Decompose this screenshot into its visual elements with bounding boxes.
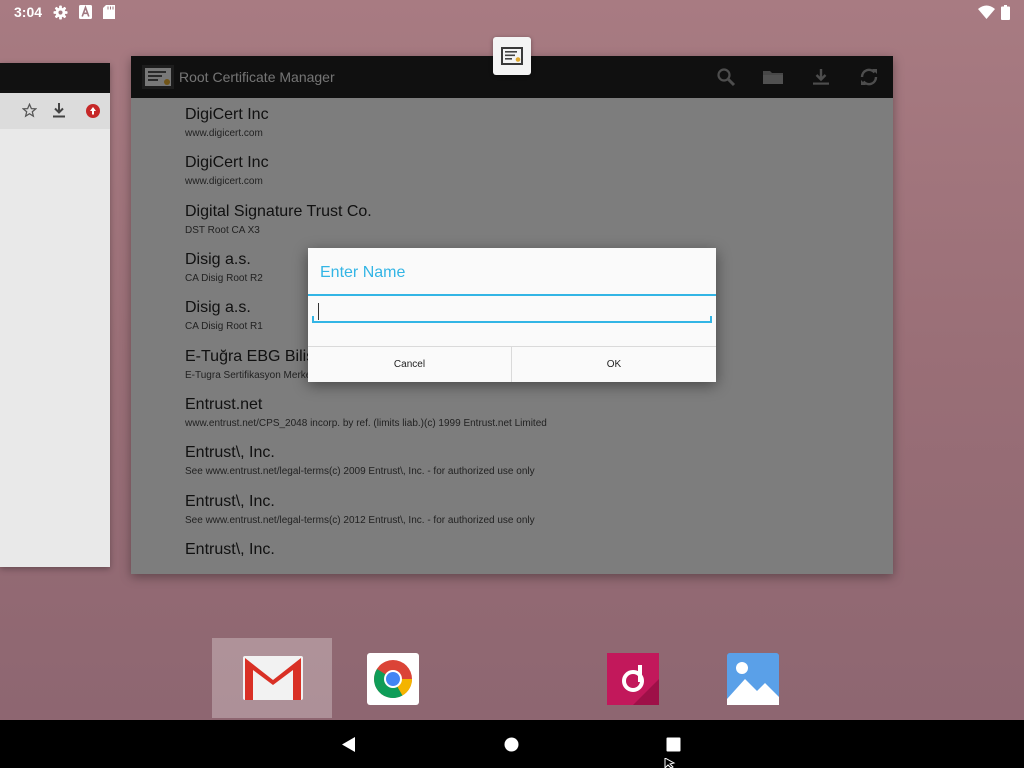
back-icon[interactable] [341, 736, 357, 753]
enter-name-dialog: Enter Name Cancel OK [308, 248, 716, 382]
gallery-app-icon[interactable] [727, 653, 779, 705]
wifi-icon [978, 5, 995, 19]
gallery-icon [727, 653, 779, 705]
music-app-icon[interactable] [607, 653, 659, 705]
mouse-cursor-icon [664, 758, 676, 768]
music-icon [607, 653, 659, 705]
name-input-underline [312, 321, 712, 323]
background-window[interactable] [0, 63, 110, 567]
background-window-titlebar [0, 63, 110, 93]
navigation-bar [0, 720, 1024, 768]
security-alert-icon[interactable] [86, 104, 100, 118]
cancel-button[interactable]: Cancel [308, 347, 511, 382]
ok-button[interactable]: OK [512, 347, 716, 382]
notes-icon [501, 47, 523, 65]
download-icon[interactable] [52, 103, 66, 118]
text-cursor [318, 303, 319, 320]
chrome-icon [374, 660, 413, 699]
sd-card-icon [103, 5, 115, 19]
keyboard-a-icon [79, 5, 92, 19]
settings-icon [53, 5, 68, 20]
chrome-app-icon[interactable] [367, 653, 419, 705]
dialog-button-row: Cancel OK [308, 346, 716, 382]
underline-right-tick [710, 316, 712, 323]
gmail-app-icon[interactable] [243, 654, 303, 702]
status-time: 3:04 [14, 4, 43, 20]
gmail-icon [243, 656, 303, 700]
underline-left-tick [312, 316, 314, 323]
background-window-content [0, 129, 110, 567]
battery-icon [1001, 5, 1010, 20]
dialog-title-divider [308, 294, 716, 296]
recents-icon[interactable] [666, 737, 681, 752]
status-bar: 3:04 [0, 0, 1024, 24]
floating-window-button[interactable] [493, 37, 531, 75]
home-icon[interactable] [504, 737, 519, 752]
star-icon[interactable] [22, 103, 37, 118]
background-window-toolbar [0, 93, 110, 130]
dialog-title: Enter Name [320, 264, 406, 281]
